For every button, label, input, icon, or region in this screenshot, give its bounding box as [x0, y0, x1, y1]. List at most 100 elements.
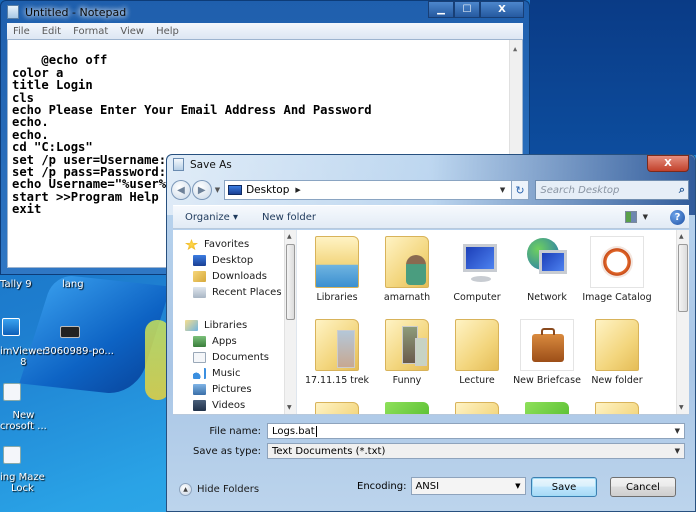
menu-view[interactable]: View: [114, 26, 150, 37]
green-folder-icon: [385, 402, 429, 414]
desktop-icon-tally[interactable]: Tally 9: [0, 279, 32, 290]
scrollbar-thumb[interactable]: [678, 244, 688, 312]
nav-item-apps[interactable]: Apps: [193, 336, 237, 347]
file-item-label: Libraries: [316, 292, 358, 303]
forward-button[interactable]: ▶: [191, 180, 212, 200]
file-item-partial[interactable]: [372, 402, 442, 414]
desktop-icon-lang[interactable]: lang: [62, 279, 84, 290]
new-folder-button[interactable]: New folder: [250, 212, 328, 223]
recent-locations-dropdown-icon[interactable]: ▼: [215, 186, 220, 194]
cancel-button[interactable]: Cancel: [610, 477, 676, 497]
nav-item-apps-label: Apps: [212, 336, 237, 347]
maximize-button[interactable]: ☐: [454, 1, 480, 18]
save-button[interactable]: Save: [531, 477, 597, 497]
nav-item-recent-places[interactable]: Recent Places: [193, 287, 282, 298]
desktop-background-upper: [530, 0, 696, 155]
dialog-toolbar: Organize ▾ New folder ▼ ?: [173, 205, 689, 229]
search-icon[interactable]: ⌕: [679, 183, 685, 197]
nav-item-pictures[interactable]: Pictures: [193, 384, 252, 395]
change-view-icon[interactable]: [624, 211, 637, 223]
scroll-down-arrow-icon[interactable]: ▼: [679, 404, 684, 411]
notepad-menubar: File Edit Format View Help: [7, 23, 523, 39]
file-item-libraries[interactable]: Libraries: [302, 236, 372, 303]
file-name-dropdown-icon[interactable]: ▼: [675, 427, 680, 435]
nav-item-pictures-label: Pictures: [212, 384, 252, 395]
music-icon: [193, 368, 206, 379]
file-list-scrollbar[interactable]: ▲ ▼: [676, 230, 689, 414]
notepad-title: Untitled - Notepad: [25, 5, 127, 19]
save-type-select[interactable]: Text Documents (*.txt) ▼: [267, 443, 685, 459]
nav-favorites-label: Favorites: [204, 239, 250, 250]
teamviewer-icon[interactable]: [2, 318, 20, 336]
file-item-partial[interactable]: [442, 402, 512, 414]
address-location[interactable]: Desktop: [246, 184, 289, 196]
scroll-up-arrow-icon[interactable]: ▲: [679, 233, 684, 240]
refresh-button[interactable]: ↻: [511, 180, 530, 200]
breadcrumb-arrow-icon[interactable]: ▶: [295, 186, 300, 194]
file-item-17-11-15-trek[interactable]: 17.11.15 trek: [302, 319, 372, 386]
desktop-icon-maze-label: ing Maze Lock: [0, 472, 45, 494]
file-item-amarnath[interactable]: amarnath: [372, 236, 442, 303]
address-bar[interactable]: Desktop ▶ ▼: [224, 180, 512, 200]
nav-item-music[interactable]: Music: [193, 368, 240, 379]
close-button[interactable]: X: [480, 1, 524, 18]
address-dropdown-icon[interactable]: ▼: [495, 186, 511, 194]
scroll-down-arrow-icon[interactable]: ▼: [287, 404, 292, 411]
nav-libraries[interactable]: Libraries: [185, 320, 247, 331]
file-item-partial[interactable]: [582, 402, 652, 414]
save-type-dropdown-icon[interactable]: ▼: [675, 447, 680, 455]
file-item-partial[interactable]: [302, 402, 372, 414]
word-document-icon[interactable]: [3, 383, 21, 401]
nav-favorites[interactable]: Favorites: [185, 239, 249, 250]
hide-folders-label: Hide Folders: [197, 484, 260, 495]
file-item-new-briefcase[interactable]: New Briefcase: [512, 319, 582, 386]
file-item-funny[interactable]: Funny: [372, 319, 442, 386]
menu-format[interactable]: Format: [67, 26, 114, 37]
organize-button[interactable]: Organize ▾: [173, 212, 250, 223]
file-item-label: amarnath: [383, 292, 431, 303]
back-button[interactable]: ◀: [171, 180, 191, 200]
video-file-icon[interactable]: [60, 326, 80, 338]
dialog-titlebar[interactable]: Save As: [173, 158, 232, 171]
file-name-input[interactable]: Logs.bat ▼: [267, 423, 685, 439]
file-item-lecture[interactable]: Lecture: [442, 319, 512, 386]
chevron-up-icon: ▲: [179, 483, 192, 496]
nav-item-videos[interactable]: Videos: [193, 400, 245, 411]
file-item-network[interactable]: Network: [512, 236, 582, 303]
scroll-up-arrow-icon[interactable]: ▲: [513, 43, 517, 55]
encoding-dropdown-icon[interactable]: ▼: [515, 482, 520, 490]
nav-item-music-label: Music: [212, 368, 241, 379]
file-item-image-catalog[interactable]: Image Catalog: [582, 236, 652, 303]
file-item-new-folder[interactable]: New folder: [582, 319, 652, 386]
file-item-computer[interactable]: Computer: [442, 236, 512, 303]
dialog-close-button[interactable]: X: [647, 155, 689, 172]
menu-help[interactable]: Help: [150, 26, 185, 37]
navigation-row: ◀ ▶ ▼ Desktop ▶ ▼ ↻ Search Desktop ⌕: [171, 179, 690, 201]
search-input[interactable]: Search Desktop ⌕: [535, 180, 690, 200]
encoding-select[interactable]: ANSI ▼: [411, 477, 527, 495]
folder-icon: [315, 319, 359, 371]
menu-edit[interactable]: Edit: [36, 26, 67, 37]
scrollbar-thumb[interactable]: [286, 244, 295, 320]
navigation-pane-scrollbar[interactable]: ▲ ▼: [284, 230, 296, 414]
pictures-icon: [193, 384, 206, 395]
file-item-partial[interactable]: [512, 402, 582, 414]
maze-lock-icon[interactable]: [3, 446, 21, 464]
folder-icon: [455, 402, 499, 414]
apps-icon: [193, 336, 206, 347]
file-list-pane: Libraries amarnath Computer Network Imag…: [298, 230, 689, 414]
scroll-up-arrow-icon[interactable]: ▲: [287, 233, 292, 240]
minimize-button[interactable]: ▁: [428, 1, 454, 18]
nav-item-documents[interactable]: Documents: [193, 352, 269, 363]
nav-item-desktop[interactable]: Desktop: [193, 255, 253, 266]
search-placeholder: Search Desktop: [540, 184, 620, 196]
videos-icon: [193, 400, 206, 411]
views-dropdown-icon[interactable]: ▼: [643, 213, 648, 221]
save-type-value: Text Documents (*.txt): [272, 445, 386, 457]
menu-file[interactable]: File: [7, 26, 36, 37]
hide-folders-button[interactable]: ▲ Hide Folders: [179, 483, 259, 496]
help-icon[interactable]: ?: [670, 209, 685, 225]
nav-item-downloads[interactable]: Downloads: [193, 271, 267, 282]
views-control[interactable]: ▼ ?: [624, 209, 689, 225]
desktop-icon-word-label: New crosoft ...: [0, 410, 47, 432]
